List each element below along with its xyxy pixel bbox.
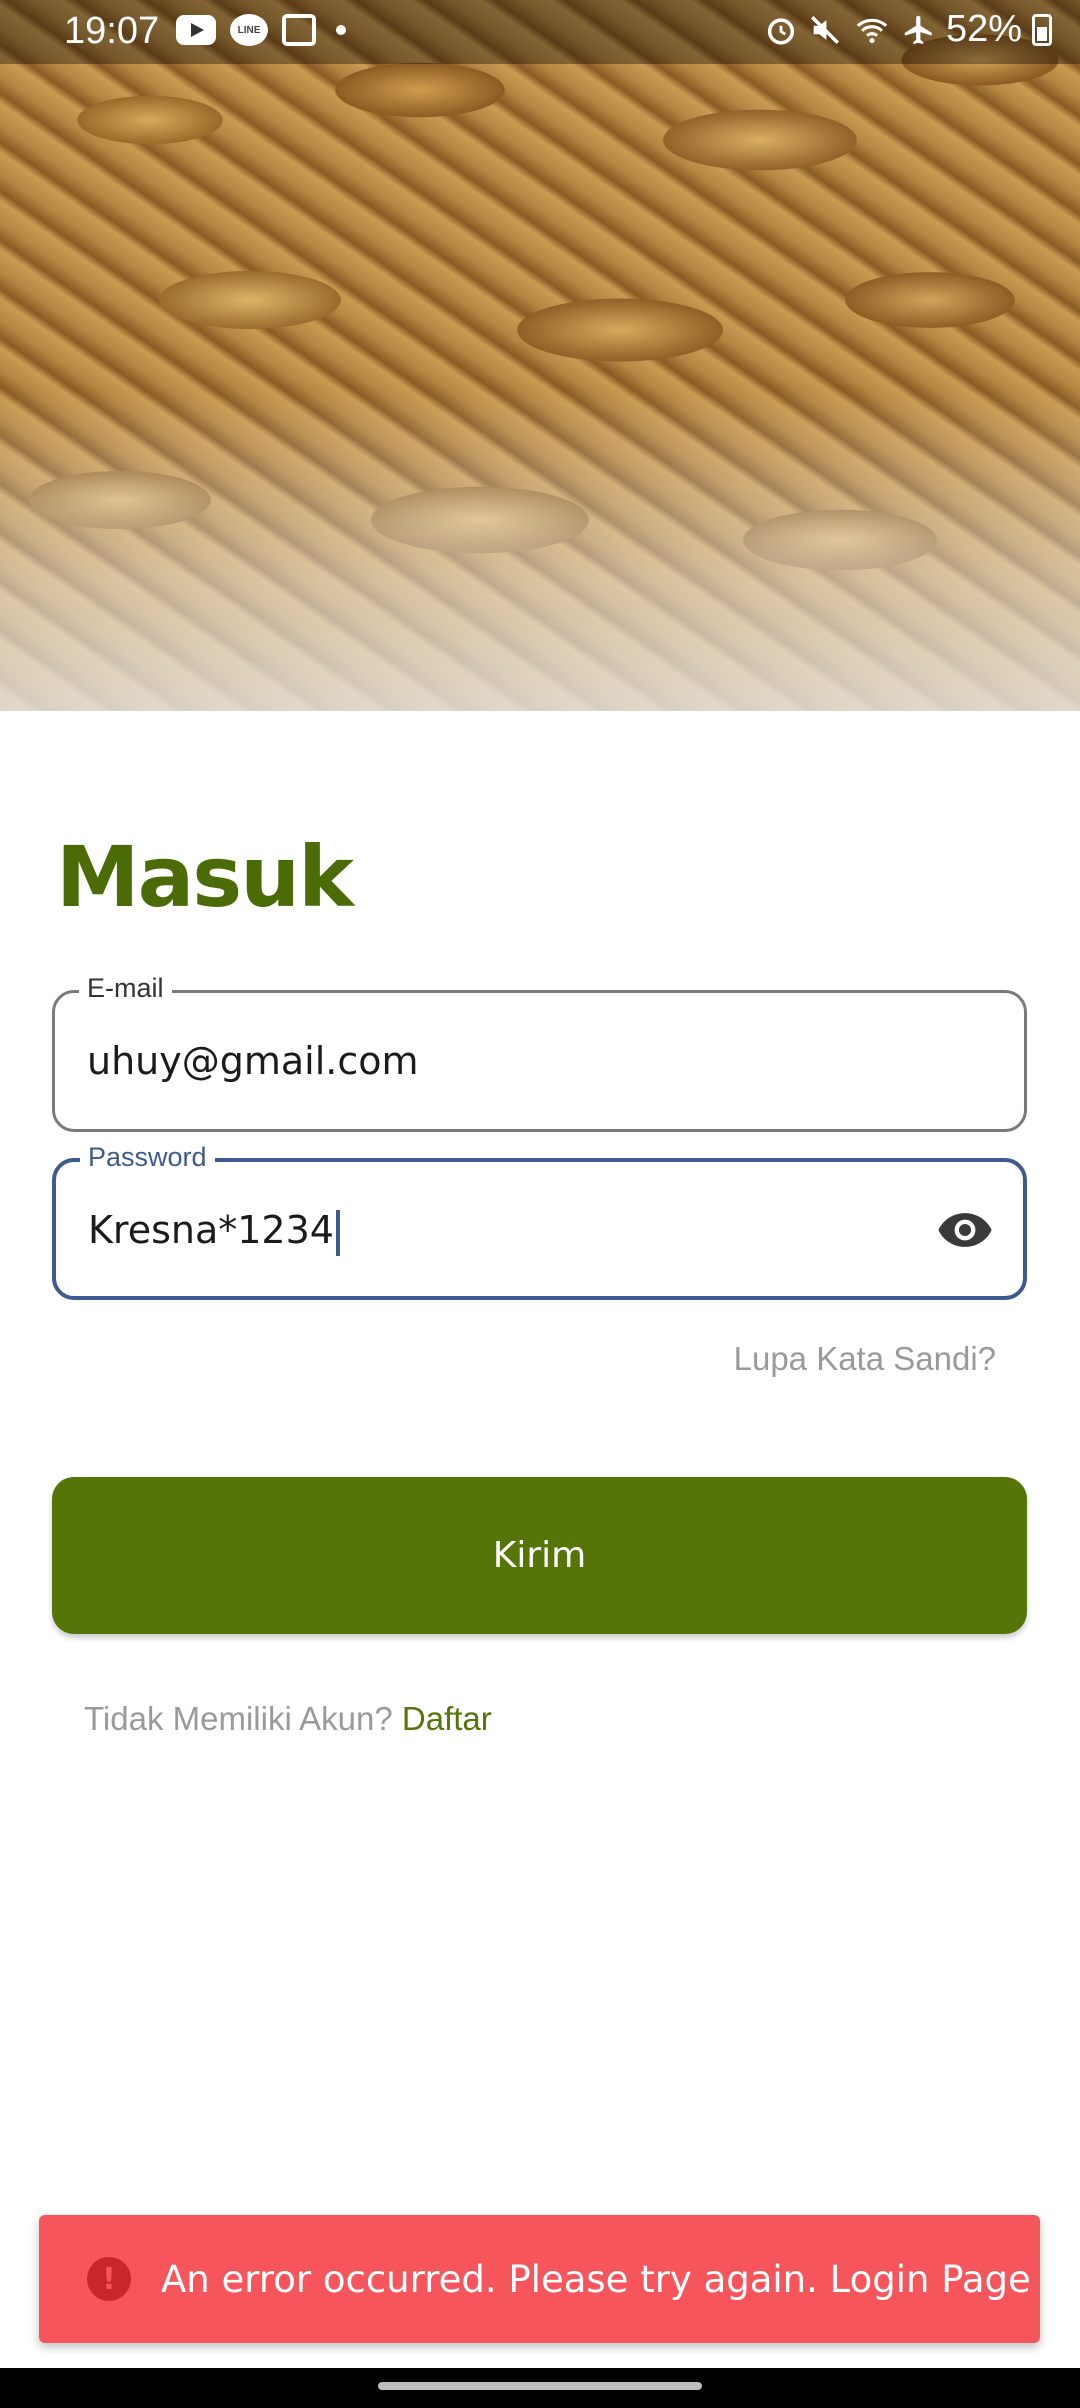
battery-percent: 52%: [945, 8, 1022, 50]
error-icon: !: [87, 2257, 131, 2301]
status-time: 19:07: [64, 10, 160, 52]
email-label: E-mail: [79, 973, 172, 1004]
email-field[interactable]: E-mail uhuy@gmail.com: [52, 973, 1027, 1132]
line-icon: LINE: [230, 14, 268, 46]
battery-icon: [1032, 13, 1052, 46]
home-gesture-bar[interactable]: [378, 2382, 702, 2390]
password-field[interactable]: Password Kresna*1234: [52, 1142, 1027, 1300]
airplane-icon: [904, 15, 932, 44]
signup-row: Tidak Memiliki Akun? Daftar: [84, 1700, 492, 1738]
text-caret: [335, 1209, 340, 1256]
signup-link[interactable]: Daftar: [402, 1700, 492, 1737]
submit-button[interactable]: Kirim: [52, 1477, 1027, 1634]
page-title: Masuk: [56, 828, 354, 926]
dot-icon: [336, 25, 346, 35]
mute-icon: [810, 15, 839, 44]
email-value[interactable]: uhuy@gmail.com: [87, 1039, 419, 1083]
password-value[interactable]: Kresna*1234: [88, 1208, 334, 1252]
password-label: Password: [80, 1142, 215, 1173]
eye-icon[interactable]: [935, 1200, 995, 1260]
wifi-icon: [856, 18, 888, 43]
toast-message: An error occurred. Please try again. Log…: [161, 2257, 1031, 2301]
alarm-icon: [767, 17, 795, 45]
youtube-icon: [176, 15, 216, 45]
forgot-password-link[interactable]: Lupa Kata Sandi?: [734, 1340, 996, 1378]
gallery-icon: [282, 14, 316, 46]
status-bar: 19:07 LINE 52%: [0, 0, 1080, 64]
header-image: [0, 0, 1080, 711]
error-toast: ! An error occurred. Please try again. L…: [39, 2215, 1040, 2343]
signup-prompt: Tidak Memiliki Akun?: [84, 1700, 393, 1737]
password-value-wrap[interactable]: Kresna*1234: [88, 1208, 340, 1256]
